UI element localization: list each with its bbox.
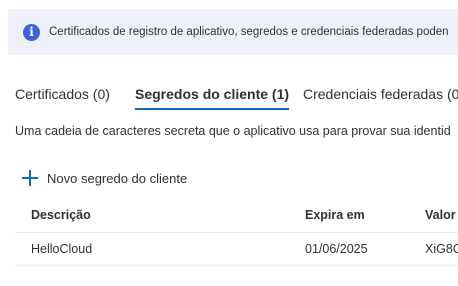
app-registration-secrets-page: i Certificados de registro de aplicativo… <box>0 0 458 286</box>
table-row[interactable]: HelloCloud 01/06/2025 XiG8C <box>15 233 458 266</box>
info-icon: i <box>23 23 40 41</box>
tab-client-secrets[interactable]: Segredos do cliente (1) <box>135 84 290 110</box>
section-description: Uma cadeia de caracteres secreta que o a… <box>15 124 451 138</box>
cell-value[interactable]: XiG8C <box>425 233 458 265</box>
table-header: Descrição Expira em Valor <box>15 200 458 233</box>
cell-expires: 01/06/2025 <box>305 242 368 256</box>
tab-certificates[interactable]: Certificados (0) <box>15 84 110 110</box>
column-header-value[interactable]: Valor <box>425 200 456 230</box>
tab-federated-credentials[interactable]: Credenciais federadas (0) <box>303 84 458 110</box>
plus-icon <box>22 170 38 186</box>
column-header-description[interactable]: Descrição <box>31 200 91 230</box>
info-banner-text: Certificados de registro de aplicativo, … <box>49 26 449 38</box>
new-client-secret-button[interactable]: Novo segredo do cliente <box>22 170 187 186</box>
column-header-expires[interactable]: Expira em <box>305 200 365 230</box>
secrets-table: Descrição Expira em Valor HelloCloud 01/… <box>15 200 458 266</box>
cell-description: HelloCloud <box>31 242 93 256</box>
info-banner: i Certificados de registro de aplicativo… <box>8 9 458 55</box>
new-client-secret-label: Novo segredo do cliente <box>47 170 188 186</box>
